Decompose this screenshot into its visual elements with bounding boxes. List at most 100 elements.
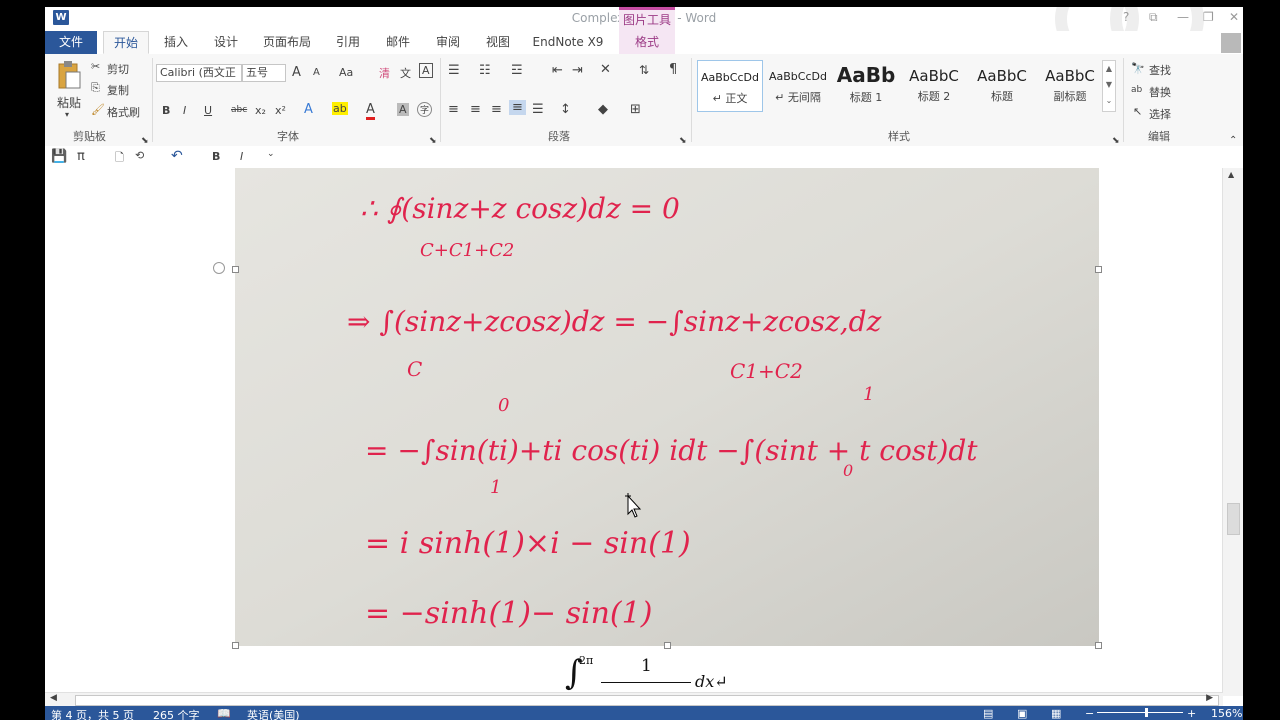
- chinese-layout-icon[interactable]: ✕: [600, 62, 611, 77]
- vertical-scroll-thumb[interactable]: [1227, 503, 1240, 535]
- strikethrough-button[interactable]: abc: [231, 105, 247, 115]
- character-border-button[interactable]: A: [419, 63, 433, 78]
- tab-format[interactable]: 格式: [619, 31, 675, 54]
- save-icon[interactable]: 💾: [51, 149, 67, 164]
- touch-mode-icon[interactable]: ⟲: [135, 149, 144, 162]
- subscript-button[interactable]: x₂: [255, 104, 266, 117]
- equation-button[interactable]: π: [77, 149, 85, 164]
- decrease-indent-icon[interactable]: ⇤: [552, 63, 563, 78]
- increase-indent-icon[interactable]: ⇥: [572, 63, 583, 78]
- line-spacing-icon[interactable]: ↕: [560, 102, 571, 117]
- tab-home[interactable]: 开始: [103, 31, 149, 54]
- paste-button[interactable]: 粘贴: [57, 94, 81, 111]
- italic-button[interactable]: I: [183, 104, 186, 117]
- numbering-icon[interactable]: ☷: [479, 63, 491, 78]
- customize-qat-icon[interactable]: ⌄: [267, 149, 275, 159]
- shrink-font-button[interactable]: A: [313, 67, 320, 78]
- underline-button[interactable]: U: [204, 104, 212, 117]
- shading-icon[interactable]: ◆: [598, 102, 608, 117]
- select-icon[interactable]: ↖: [1133, 105, 1142, 118]
- distributed-icon[interactable]: ☰: [532, 102, 544, 117]
- zoom-in-button[interactable]: +: [1187, 707, 1196, 720]
- resize-handle[interactable]: [664, 642, 671, 649]
- change-case-button[interactable]: Aa: [339, 66, 353, 79]
- help-icon[interactable]: ?: [1123, 10, 1129, 24]
- tab-review[interactable]: 审阅: [425, 31, 471, 54]
- select-button[interactable]: 选择: [1149, 106, 1171, 122]
- tab-design[interactable]: 设计: [203, 31, 249, 54]
- style-title[interactable]: AaBbC 标题: [969, 60, 1035, 112]
- cut-icon[interactable]: ✂: [91, 60, 100, 73]
- scroll-up-icon[interactable]: ▲: [1228, 170, 1234, 179]
- font-size-combo[interactable]: 五号: [242, 64, 286, 82]
- scroll-left-icon[interactable]: ◀: [50, 693, 57, 703]
- document-area[interactable]: ∴ ∮(sinz+z cosz)dz = 0 C+C1+C2 ⇒ ∫(sinz+…: [45, 168, 1223, 696]
- style-normal[interactable]: AaBbCcDd ↵ 正文: [697, 60, 763, 112]
- paste-icon[interactable]: [57, 60, 81, 90]
- superscript-button[interactable]: x²: [275, 104, 286, 117]
- cut-button[interactable]: 剪切: [107, 61, 129, 77]
- tab-endnote[interactable]: EndNote X9: [527, 31, 609, 54]
- bold-button[interactable]: B: [162, 104, 170, 117]
- bullets-icon[interactable]: ☰: [448, 63, 460, 78]
- grow-font-button[interactable]: A: [292, 65, 301, 80]
- handwritten-photo[interactable]: ∴ ∮(sinz+z cosz)dz = 0 C+C1+C2 ⇒ ∫(sinz+…: [213, 168, 1102, 649]
- qat-bold-button[interactable]: B: [212, 150, 220, 163]
- web-layout-icon[interactable]: ▦: [1051, 707, 1061, 720]
- word-count[interactable]: 265 个字: [153, 707, 200, 720]
- paste-dropdown-icon[interactable]: ▾: [65, 110, 69, 119]
- scroll-right-icon[interactable]: ▶: [1206, 693, 1213, 703]
- find-button[interactable]: 查找: [1149, 62, 1171, 78]
- phonetic-guide-button[interactable]: 文: [400, 65, 411, 81]
- enclose-characters-button[interactable]: 字: [417, 102, 433, 117]
- ribbon-display-icon[interactable]: ⧉: [1149, 10, 1158, 25]
- print-layout-icon[interactable]: ▣: [1017, 707, 1027, 720]
- borders-icon[interactable]: ⊞: [630, 102, 641, 117]
- show-marks-icon[interactable]: ¶: [669, 62, 677, 77]
- style-heading-2[interactable]: AaBbC 标题 2: [901, 60, 967, 112]
- zoom-out-button[interactable]: −: [1085, 707, 1094, 720]
- minimize-button[interactable]: —: [1177, 10, 1189, 24]
- zoom-level[interactable]: 156%: [1211, 707, 1242, 720]
- clear-formatting-button[interactable]: 清: [379, 65, 390, 81]
- style-no-spacing[interactable]: AaBbCcDd ↵ 无间隔: [765, 60, 831, 112]
- close-button[interactable]: ✕: [1229, 10, 1239, 24]
- horizontal-scrollbar[interactable]: ◀ ▶: [45, 692, 1223, 707]
- tab-page-layout[interactable]: 页面布局: [255, 31, 319, 54]
- align-right-icon[interactable]: ≡: [491, 102, 502, 117]
- qat-italic-button[interactable]: I: [240, 150, 243, 163]
- tab-mailings[interactable]: 邮件: [375, 31, 421, 54]
- dialog-launcher-icon[interactable]: ⬊: [141, 136, 149, 146]
- horizontal-scroll-thumb[interactable]: [75, 695, 1219, 706]
- copy-icon[interactable]: ⎘: [91, 81, 100, 95]
- zoom-thumb[interactable]: [1145, 708, 1148, 717]
- tab-insert[interactable]: 插入: [153, 31, 199, 54]
- sort-icon[interactable]: ⇅: [639, 63, 649, 77]
- replace-button[interactable]: 替换: [1149, 84, 1171, 100]
- replace-icon[interactable]: ab: [1131, 85, 1142, 95]
- zoom-slider[interactable]: [1097, 712, 1183, 713]
- rotate-handle-icon[interactable]: [213, 262, 225, 274]
- highlight-button[interactable]: ab: [332, 102, 348, 115]
- dialog-launcher-icon[interactable]: ⬊: [679, 136, 687, 146]
- new-document-icon[interactable]: 🗋: [115, 149, 124, 168]
- align-left-icon[interactable]: ≡: [448, 102, 459, 117]
- justify-icon[interactable]: ≡: [509, 100, 526, 115]
- copy-button[interactable]: 复制: [107, 82, 129, 98]
- format-painter-button[interactable]: 格式刷: [107, 104, 140, 120]
- resize-handle[interactable]: [232, 642, 239, 649]
- find-icon[interactable]: 🔭: [1131, 62, 1145, 75]
- dialog-launcher-icon[interactable]: ⬊: [429, 136, 437, 146]
- style-heading-1[interactable]: AaBb 标题 1: [833, 60, 899, 112]
- resize-handle[interactable]: [1095, 266, 1102, 273]
- character-shading-button[interactable]: A: [397, 103, 409, 116]
- font-color-button[interactable]: A: [366, 102, 375, 120]
- font-name-combo[interactable]: Calibri (西文正: [156, 64, 242, 82]
- multilevel-list-icon[interactable]: ☲: [511, 63, 523, 78]
- format-painter-icon[interactable]: 🖌: [91, 103, 105, 116]
- restore-button[interactable]: ❐: [1203, 10, 1214, 24]
- resize-handle[interactable]: [232, 266, 239, 273]
- styles-scroll[interactable]: ▲ ▼ ⌄: [1102, 60, 1116, 112]
- tab-references[interactable]: 引用: [325, 31, 371, 54]
- read-mode-icon[interactable]: ▤: [983, 707, 993, 720]
